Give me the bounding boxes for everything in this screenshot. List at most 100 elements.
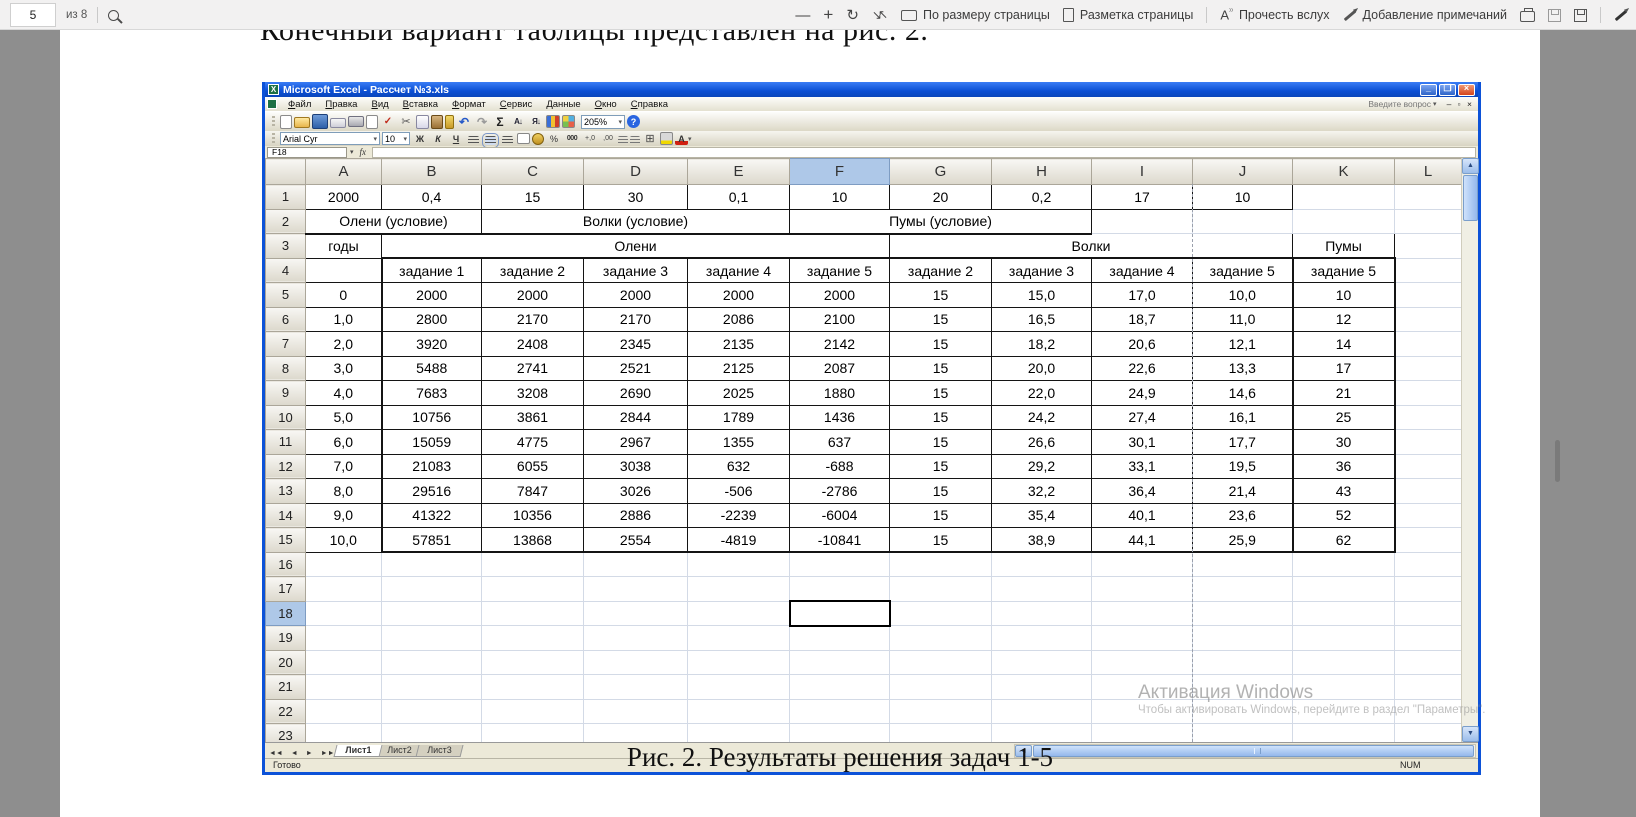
cell[interactable] bbox=[1193, 650, 1293, 675]
row-header-7[interactable]: 7 bbox=[266, 332, 306, 357]
cell[interactable] bbox=[306, 577, 382, 602]
cell[interactable] bbox=[382, 626, 482, 651]
italic-button[interactable]: К bbox=[430, 131, 446, 146]
cell[interactable] bbox=[382, 577, 482, 602]
cell[interactable] bbox=[584, 552, 688, 577]
cell[interactable]: 17 bbox=[1092, 185, 1193, 210]
cell[interactable]: Волки bbox=[890, 234, 1293, 259]
row-header-17[interactable]: 17 bbox=[266, 577, 306, 602]
scroll-up-icon[interactable]: ▲ bbox=[1462, 158, 1479, 174]
vertical-scrollbar[interactable]: ▲ ▼ bbox=[1461, 158, 1478, 742]
page-number-input[interactable]: 5 bbox=[10, 3, 56, 27]
restore-button[interactable]: ❒ bbox=[1439, 84, 1456, 96]
cell[interactable]: 2521 bbox=[584, 356, 688, 381]
cell[interactable] bbox=[688, 577, 790, 602]
cell[interactable]: Волки (условие) bbox=[482, 209, 790, 234]
cell[interactable] bbox=[1395, 724, 1462, 743]
align-left-button[interactable] bbox=[468, 136, 479, 145]
cell[interactable] bbox=[890, 601, 992, 626]
cell[interactable]: 19,5 bbox=[1193, 454, 1293, 479]
save-as-icon[interactable] bbox=[1574, 9, 1587, 22]
cell[interactable]: 14,6 bbox=[1193, 381, 1293, 406]
row-header-12[interactable]: 12 bbox=[266, 454, 306, 479]
cell[interactable] bbox=[1395, 283, 1462, 308]
save-icon[interactable] bbox=[1548, 9, 1561, 22]
cell[interactable]: 2100 bbox=[790, 307, 890, 332]
row-header-10[interactable]: 10 bbox=[266, 405, 306, 430]
cell[interactable]: 15,0 bbox=[992, 283, 1092, 308]
cell[interactable]: 1,0 bbox=[306, 307, 382, 332]
cell[interactable]: 24,9 bbox=[1092, 381, 1193, 406]
cell[interactable]: 36 bbox=[1293, 454, 1395, 479]
cell[interactable]: 1789 bbox=[688, 405, 790, 430]
cell[interactable] bbox=[584, 626, 688, 651]
cell[interactable]: Пумы bbox=[1293, 234, 1395, 259]
cell[interactable]: 0 bbox=[306, 283, 382, 308]
cell[interactable]: 3,0 bbox=[306, 356, 382, 381]
chevron-down-icon[interactable]: ▾ bbox=[350, 148, 354, 156]
cell[interactable]: 10356 bbox=[482, 503, 584, 528]
column-header-I[interactable]: I bbox=[1092, 159, 1193, 185]
cell[interactable]: -2786 bbox=[790, 479, 890, 504]
formula-input[interactable] bbox=[372, 147, 1476, 158]
cell[interactable] bbox=[790, 699, 890, 724]
toolbar-grip[interactable] bbox=[272, 116, 275, 128]
increase-decimal-button[interactable]: +,0 bbox=[582, 131, 598, 146]
cell[interactable] bbox=[790, 552, 890, 577]
cell[interactable]: 2135 bbox=[688, 332, 790, 357]
cell[interactable]: 2142 bbox=[790, 332, 890, 357]
cell[interactable] bbox=[1395, 552, 1462, 577]
cell[interactable]: 2000 bbox=[688, 283, 790, 308]
format-painter-icon[interactable] bbox=[445, 115, 454, 129]
cell[interactable]: 2125 bbox=[688, 356, 790, 381]
cell[interactable]: 9,0 bbox=[306, 503, 382, 528]
cut-icon[interactable]: ✂ bbox=[398, 114, 414, 129]
cell[interactable]: Олени (условие) bbox=[306, 209, 482, 234]
cell[interactable] bbox=[306, 626, 382, 651]
cell[interactable]: Олени bbox=[382, 234, 890, 259]
menu-item[interactable]: Данные bbox=[539, 99, 587, 110]
cell[interactable]: 26,6 bbox=[992, 430, 1092, 455]
cell[interactable]: 15 bbox=[890, 454, 992, 479]
cell[interactable]: 2000 bbox=[482, 283, 584, 308]
cell[interactable]: 2000 bbox=[306, 185, 382, 210]
cell[interactable] bbox=[482, 601, 584, 626]
cell[interactable]: 43 bbox=[1293, 479, 1395, 504]
cell[interactable]: 6055 bbox=[482, 454, 584, 479]
cell[interactable]: 40,1 bbox=[1092, 503, 1193, 528]
cell[interactable]: 22,6 bbox=[1092, 356, 1193, 381]
cell[interactable] bbox=[790, 626, 890, 651]
column-header-C[interactable]: C bbox=[482, 159, 584, 185]
cell[interactable] bbox=[382, 650, 482, 675]
cell[interactable] bbox=[1293, 650, 1395, 675]
cell[interactable] bbox=[890, 650, 992, 675]
sheet-nav-icon[interactable]: ◄◄ bbox=[265, 750, 287, 757]
cell[interactable]: 15 bbox=[890, 381, 992, 406]
sort-ascending-icon[interactable]: А↓ bbox=[510, 114, 526, 129]
cell[interactable]: 11,0 bbox=[1193, 307, 1293, 332]
cell[interactable]: 632 bbox=[688, 454, 790, 479]
toolbar-options-icon[interactable]: ▾ bbox=[688, 135, 692, 143]
menu-item[interactable]: Окно bbox=[588, 99, 624, 110]
cell[interactable] bbox=[790, 650, 890, 675]
print-icon[interactable] bbox=[1520, 11, 1535, 22]
cell[interactable]: 15 bbox=[890, 528, 992, 553]
cell[interactable] bbox=[1293, 552, 1395, 577]
cell[interactable] bbox=[688, 699, 790, 724]
selected-cell[interactable] bbox=[790, 601, 890, 626]
workbook-window-buttons[interactable]: ‒ ▫ × bbox=[1437, 99, 1478, 109]
fit-to-window-icon[interactable]: ↘↘ bbox=[872, 8, 888, 22]
font-size-select[interactable]: 10 ▾ bbox=[382, 132, 410, 145]
cell[interactable]: задание 4 bbox=[1092, 258, 1193, 283]
cell[interactable] bbox=[1395, 381, 1462, 406]
column-header-E[interactable]: E bbox=[688, 159, 790, 185]
cell[interactable]: 3861 bbox=[482, 405, 584, 430]
cell[interactable] bbox=[1193, 626, 1293, 651]
row-header-6[interactable]: 6 bbox=[266, 307, 306, 332]
cell[interactable]: 2170 bbox=[584, 307, 688, 332]
cell[interactable]: задание 3 bbox=[584, 258, 688, 283]
row-header-3[interactable]: 3 bbox=[266, 234, 306, 259]
cell[interactable] bbox=[382, 724, 482, 743]
cell[interactable]: -4819 bbox=[688, 528, 790, 553]
cell[interactable]: 10,0 bbox=[1193, 283, 1293, 308]
